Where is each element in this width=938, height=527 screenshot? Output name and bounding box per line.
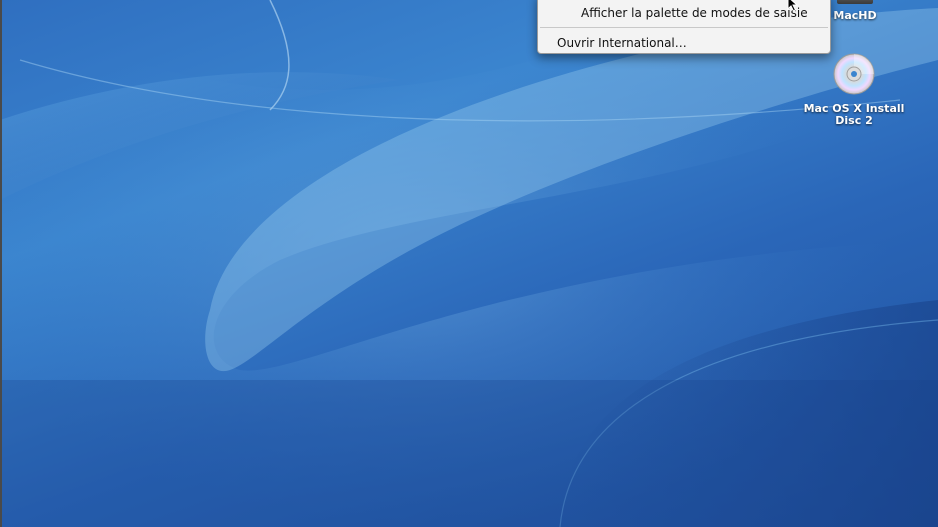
mouse-cursor-icon bbox=[787, 0, 799, 12]
hard-drive-icon bbox=[837, 0, 873, 4]
cd-disc-icon bbox=[833, 53, 875, 95]
desktop-icon-label: Mac OS X Install Disc 2 bbox=[803, 102, 905, 127]
menu-item-open-international[interactable]: Ouvrir International… bbox=[538, 32, 830, 54]
desktop[interactable]: MacHD Mac OS X Install Disc 2 Afficher l… bbox=[0, 0, 938, 527]
desktop-icon-install-disc[interactable]: Mac OS X Install Disc 2 bbox=[790, 52, 918, 127]
menu-separator bbox=[540, 27, 828, 28]
window-edge bbox=[0, 0, 2, 527]
